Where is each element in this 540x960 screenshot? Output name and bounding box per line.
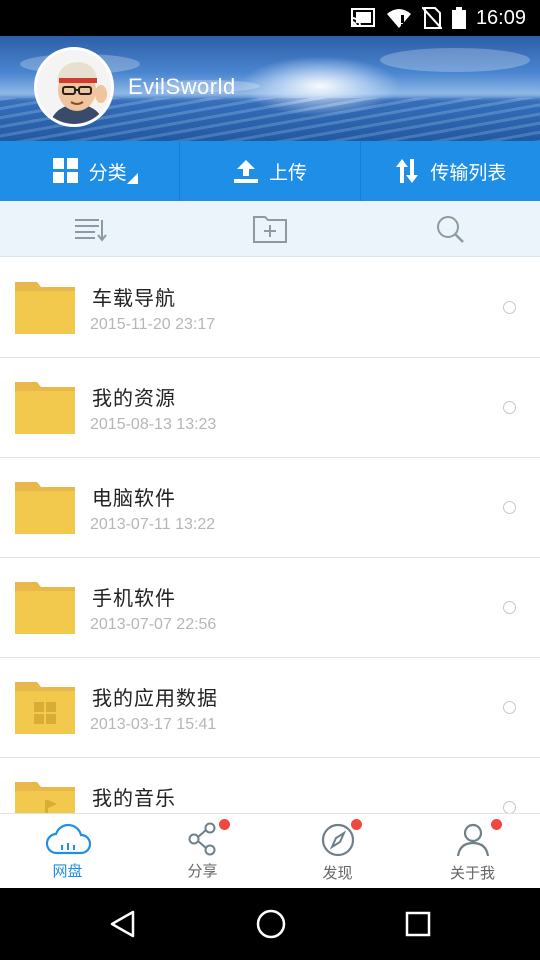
search-icon [437,215,464,243]
select-radio[interactable] [503,601,516,614]
category-label: 分类 [88,161,127,184]
select-radio[interactable] [503,401,516,414]
search-button[interactable] [360,201,540,256]
category-button[interactable]: 分类 [0,141,179,201]
nav-label: 关于我 [449,864,495,882]
profile-banner: EvilSworld [0,36,540,141]
nav-tab-share[interactable]: 分享 [135,814,270,888]
file-list-item[interactable]: 车载导航 2015-11-20 23:17 [0,258,540,358]
nav-tab-discover[interactable]: 发现 [270,814,405,888]
grid-icon [52,158,78,183]
transfer-list-button[interactable]: 传输列表 [359,141,540,201]
file-name: 车载导航 [92,286,176,310]
app-data-folder-icon [15,682,75,734]
action-bar [0,201,540,257]
profile-icon [456,823,489,857]
status-bar: 16:09 [0,0,540,36]
select-radio[interactable] [503,501,516,514]
sort-list-icon [75,218,107,242]
file-name: 电脑软件 [92,486,176,510]
nav-tab-about-me[interactable]: 关于我 [405,814,540,888]
sort-button[interactable] [0,201,180,256]
new-folder-icon [253,215,287,243]
music-folder-icon [15,782,75,813]
back-icon[interactable] [108,909,138,939]
upload-button[interactable]: 上传 [179,141,359,201]
notification-badge [491,819,502,830]
nav-label: 网盘 [52,862,83,880]
username: EvilSworld [128,74,236,99]
nav-label: 发现 [322,864,353,882]
file-list-item[interactable]: 电脑软件 2013-07-11 13:22 [0,458,540,558]
file-list-item[interactable]: 手机软件 2013-07-07 22:56 [0,558,540,658]
folder-icon [15,582,75,634]
file-date: 2015-08-13 13:23 [90,416,217,433]
new-folder-button[interactable] [180,201,360,256]
app-root: 16:09 EvilSworld 分类 上传 传输列表 车载导航 2015-11… [0,0,540,960]
wifi-icon [386,9,411,28]
recents-icon[interactable] [404,910,432,938]
transfer-list-label: 传输列表 [430,161,507,184]
home-icon[interactable] [255,908,287,940]
nav-label: 分享 [187,862,218,880]
file-list: 车载导航 2015-11-20 23:17 我的资源 2015-08-13 13… [0,258,540,813]
upload-label: 上传 [268,161,307,184]
notification-badge [219,819,230,830]
file-name: 我的资源 [92,386,176,410]
status-time: 16:09 [475,6,526,29]
folder-icon [15,282,75,334]
bottom-nav: 网盘 分享 发现 关于我 [0,813,540,888]
file-list-item[interactable]: 我的音乐 [0,758,540,813]
upload-icon [233,160,258,183]
dropdown-corner-icon [127,173,138,184]
cloud-icon [45,823,91,855]
file-list-item[interactable]: 我的应用数据 2013-03-17 15:41 [0,658,540,758]
select-radio[interactable] [503,801,516,813]
share-icon [188,822,215,856]
file-name: 我的音乐 [92,786,176,810]
select-radio[interactable] [503,701,516,714]
transfer-arrows-icon [396,159,419,183]
file-date: 2013-07-11 13:22 [90,516,216,533]
file-name: 我的应用数据 [92,686,218,710]
main-toolbar: 分类 上传 传输列表 [0,141,540,201]
nav-tab-cloud-disk[interactable]: 网盘 [0,814,135,888]
avatar[interactable] [34,47,114,127]
notification-badge [351,819,362,830]
folder-icon [15,482,75,534]
battery-icon [451,7,466,29]
compass-icon [321,823,354,857]
file-name: 手机软件 [92,586,176,610]
file-date: 2013-03-17 15:41 [90,716,217,733]
file-date: 2013-07-07 22:56 [90,616,217,633]
no-sim-icon [421,7,442,29]
select-radio[interactable] [503,301,516,314]
cast-icon [350,8,375,27]
file-list-item[interactable]: 我的资源 2015-08-13 13:23 [0,358,540,458]
file-date: 2015-11-20 23:17 [90,316,216,333]
folder-icon [15,382,75,434]
system-nav-bar [0,888,540,960]
